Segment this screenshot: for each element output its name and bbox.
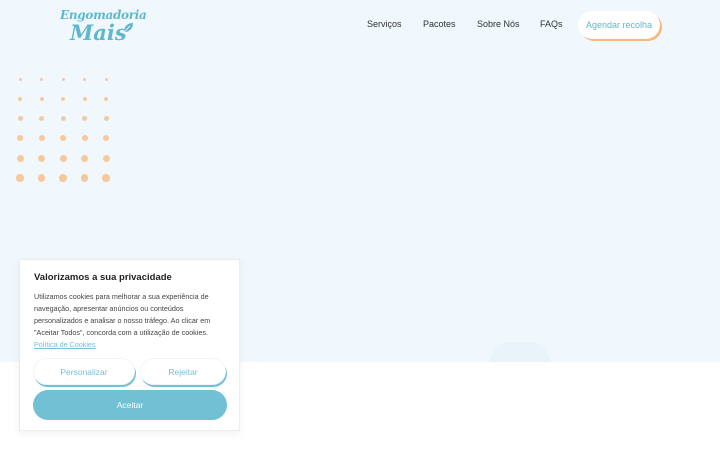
decorative-dot — [40, 77, 43, 81]
decorative-dot — [16, 154, 24, 162]
decorative-dot — [103, 116, 109, 122]
decorative-dot — [17, 135, 23, 142]
decorative-dot — [102, 174, 110, 182]
site-header: Engomadoria Mais Serviços Pacotes Sobre … — [0, 0, 720, 50]
schedule-pickup-button[interactable]: Agendar recolha — [578, 11, 660, 39]
decorative-dot — [103, 135, 109, 142]
logo[interactable]: Engomadoria Mais — [58, 8, 147, 45]
decorative-dot — [59, 154, 67, 162]
nav-pacotes[interactable]: Pacotes — [423, 19, 456, 29]
cookie-consent-banner: Valorizamos a sua privacidade Utilizamos… — [19, 259, 240, 431]
decorative-dot — [102, 154, 110, 162]
cookie-body-text: Utilizamos cookies para melhorar a sua e… — [34, 292, 211, 337]
decorative-dot — [18, 77, 22, 81]
accept-button[interactable]: Aceitar — [33, 390, 227, 420]
nav-servicos[interactable]: Serviços — [367, 19, 402, 29]
nav-faqs[interactable]: FAQs — [540, 19, 563, 29]
decorative-dot — [81, 135, 88, 142]
decorative-dot — [38, 135, 45, 142]
leaf-icon — [123, 23, 133, 33]
decorative-dot — [39, 116, 44, 122]
decorative-dot — [104, 96, 108, 101]
decorative-dot — [38, 154, 45, 162]
decorative-dot — [82, 116, 87, 122]
cookie-title: Valorizamos a sua privacidade — [34, 272, 172, 283]
decorative-dot — [17, 116, 23, 122]
decorative-dot — [61, 77, 65, 81]
decorative-dot — [16, 174, 24, 182]
decorative-dot — [82, 96, 87, 101]
decorative-dot — [80, 174, 89, 182]
decorative-dot — [37, 174, 46, 182]
cookie-body: Utilizamos cookies para melhorar a sua e… — [34, 291, 224, 351]
reject-button[interactable]: Rejeitar — [140, 358, 226, 385]
decorative-dot — [59, 174, 67, 182]
customize-button[interactable]: Personalizar — [33, 358, 135, 385]
decorative-dot — [104, 77, 108, 81]
decorative-dot — [83, 77, 86, 81]
decorative-dot-pattern — [16, 74, 116, 184]
decorative-dot — [81, 154, 88, 162]
decorative-dot — [61, 96, 65, 101]
logo-text-bottom: Mais — [70, 20, 127, 45]
nav-sobre-nos[interactable]: Sobre Nós — [477, 19, 520, 29]
decorative-dot — [60, 135, 66, 142]
decorative-dot — [18, 96, 22, 101]
decorative-dot — [39, 96, 44, 101]
cookie-policy-link[interactable]: Política de Cookies — [34, 340, 96, 349]
decorative-dot — [60, 116, 66, 122]
